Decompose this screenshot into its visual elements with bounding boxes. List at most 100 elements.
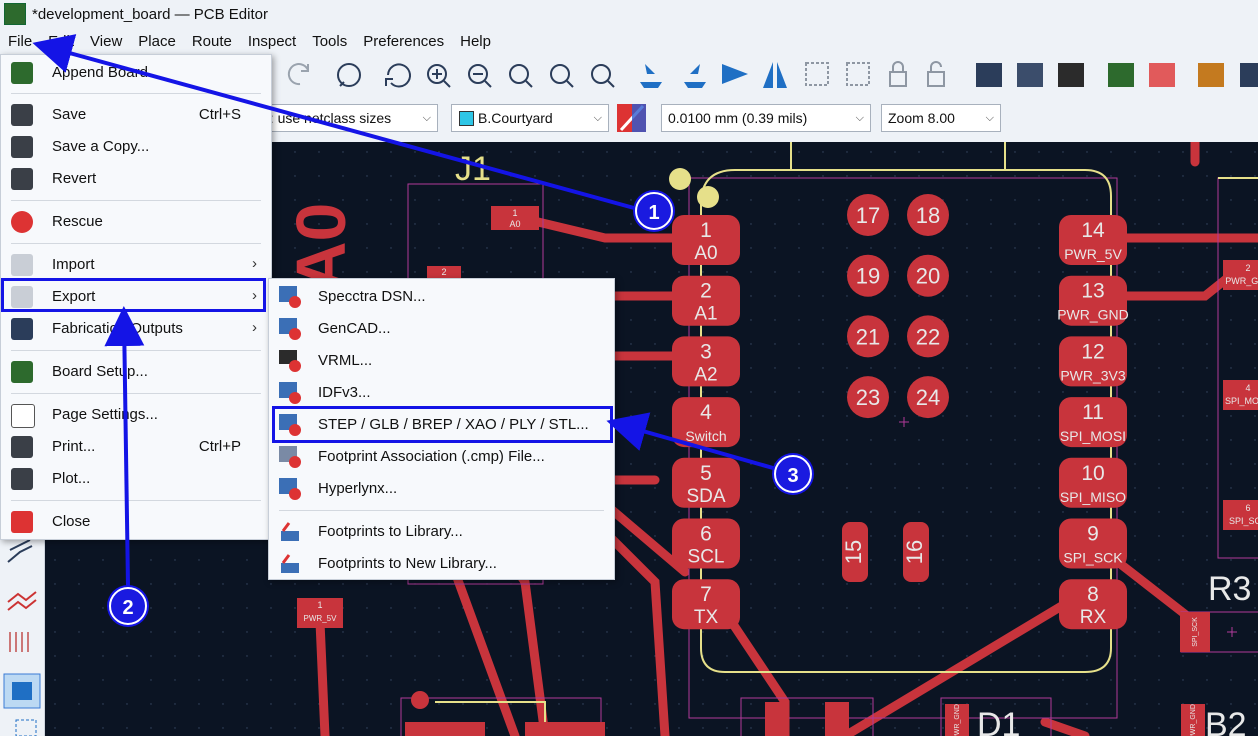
- menu-close[interactable]: Close: [1, 507, 271, 537]
- menu-rescue[interactable]: Rescue: [1, 207, 271, 237]
- grid-dot: [1230, 415, 1232, 417]
- export-specctra[interactable]: Specctra DSN...: [269, 282, 614, 312]
- grid-dot: [558, 703, 560, 705]
- export-gencad[interactable]: GenCAD...: [269, 314, 614, 344]
- grid-dot: [1254, 463, 1256, 465]
- pad-small-net: A0: [509, 219, 520, 229]
- menu-inspect[interactable]: Inspect: [240, 33, 304, 50]
- menu-preferences[interactable]: Preferences: [355, 33, 452, 50]
- menu-plot[interactable]: Plot...: [1, 464, 271, 494]
- grid-dot: [438, 223, 440, 225]
- grid-dot: [870, 727, 872, 729]
- grid-dot: [726, 679, 728, 681]
- grid-dot: [1134, 343, 1136, 345]
- grid-dot: [966, 439, 968, 441]
- grid-dot: [582, 271, 584, 273]
- grid-dot: [342, 679, 344, 681]
- grid-dot: [846, 607, 848, 609]
- grid-dot: [1182, 151, 1184, 153]
- grid-dot: [582, 247, 584, 249]
- grid-dot: [534, 199, 536, 201]
- grid-dot: [630, 463, 632, 465]
- menu-board-setup[interactable]: Board Setup...: [1, 357, 271, 387]
- grid-dot: [654, 271, 656, 273]
- export-footprints-to-library[interactable]: Footprints to Library...: [269, 517, 614, 547]
- grid-dot: [150, 703, 152, 705]
- grid-dot: [1182, 535, 1184, 537]
- grid-dot: [1206, 679, 1208, 681]
- grid-dot: [750, 319, 752, 321]
- submenu-arrow-icon: ›: [252, 319, 257, 336]
- grid-dot: [390, 271, 392, 273]
- export-footprints-to-new-library[interactable]: Footprints to New Library...: [269, 549, 614, 579]
- menu-save[interactable]: Save Ctrl+S: [1, 100, 271, 130]
- menu-append-board[interactable]: Append Board: [1, 58, 271, 88]
- menu-revert[interactable]: Revert: [1, 164, 271, 194]
- grid-dot: [1158, 391, 1160, 393]
- grid-dot: [774, 415, 776, 417]
- pad-left-number: 5: [700, 462, 712, 485]
- menu-help[interactable]: Help: [452, 33, 499, 50]
- grid-dot: [342, 175, 344, 177]
- menu-tools[interactable]: Tools: [304, 33, 355, 50]
- menu-print[interactable]: Print... Ctrl+P: [1, 432, 271, 462]
- menu-view[interactable]: View: [82, 33, 130, 50]
- menu-import[interactable]: Import ›: [1, 250, 271, 280]
- grid-dot: [990, 343, 992, 345]
- menu-separator: [11, 93, 261, 94]
- grid-dot: [126, 655, 128, 657]
- grid-dot: [1158, 247, 1160, 249]
- grid-dot: [702, 727, 704, 729]
- grid-dot: [534, 271, 536, 273]
- grid-dot: [1206, 439, 1208, 441]
- grid-dot: [870, 535, 872, 537]
- export-cmp[interactable]: Footprint Association (.cmp) File...: [269, 442, 614, 472]
- grid-dot: [486, 631, 488, 633]
- grid-dot: [198, 559, 200, 561]
- grid-dot: [822, 367, 824, 369]
- menu-separator: [279, 510, 604, 511]
- menu-save-copy[interactable]: Save a Copy...: [1, 132, 271, 162]
- grid-dot: [126, 559, 128, 561]
- menu-edit[interactable]: Edit: [40, 33, 82, 50]
- grid-dot: [1254, 559, 1256, 561]
- menu-route[interactable]: Route: [184, 33, 240, 50]
- export-idf[interactable]: IDFv3...: [269, 378, 614, 408]
- export-vrml[interactable]: VRML...: [269, 346, 614, 376]
- grid-dot: [990, 151, 992, 153]
- grid-dot: [414, 175, 416, 177]
- grid-dot: [822, 487, 824, 489]
- grid-dot: [342, 199, 344, 201]
- refresh-icon: [385, 63, 411, 88]
- grid-dot: [1254, 727, 1256, 729]
- grid-dot: [894, 391, 896, 393]
- module-outline: [700, 169, 1112, 673]
- grid-dot: [1182, 439, 1184, 441]
- menu-file[interactable]: File: [0, 33, 40, 50]
- grid-dot: [1086, 511, 1088, 513]
- pcb-editor-app-icon: [4, 3, 26, 25]
- grid-dot: [390, 223, 392, 225]
- grid-dot: [1038, 487, 1040, 489]
- grid-dot: [966, 199, 968, 201]
- grid-dot: [366, 583, 368, 585]
- menu-place[interactable]: Place: [130, 33, 184, 50]
- grid-dot: [822, 679, 824, 681]
- pad-left-net: TX: [694, 607, 719, 628]
- grid-dot: [1134, 271, 1136, 273]
- pad-small-2-number: 2: [441, 267, 446, 277]
- menu-fabrication-outputs[interactable]: Fabrication Outputs ›: [1, 314, 271, 344]
- grid-select[interactable]: 0.0100 mm (0.39 mils) ⌵: [661, 104, 871, 132]
- grid-dot: [1230, 487, 1232, 489]
- layer-select[interactable]: B.Courtyard ⌵: [451, 104, 609, 132]
- grid-dot: [1038, 439, 1040, 441]
- grid-dot: [654, 415, 656, 417]
- grid-dot: [822, 703, 824, 705]
- layer-pair-icon[interactable]: [617, 104, 646, 132]
- export-hyperlynx[interactable]: Hyperlynx...: [269, 474, 614, 504]
- grid-dot: [390, 727, 392, 729]
- zoom-select[interactable]: Zoom 8.00 ⌵: [881, 104, 1001, 132]
- menu-page-settings[interactable]: Page Settings...: [1, 400, 271, 430]
- grid-dot: [78, 631, 80, 633]
- track-width-select[interactable]: a: use netclass sizes ⌵: [255, 104, 438, 132]
